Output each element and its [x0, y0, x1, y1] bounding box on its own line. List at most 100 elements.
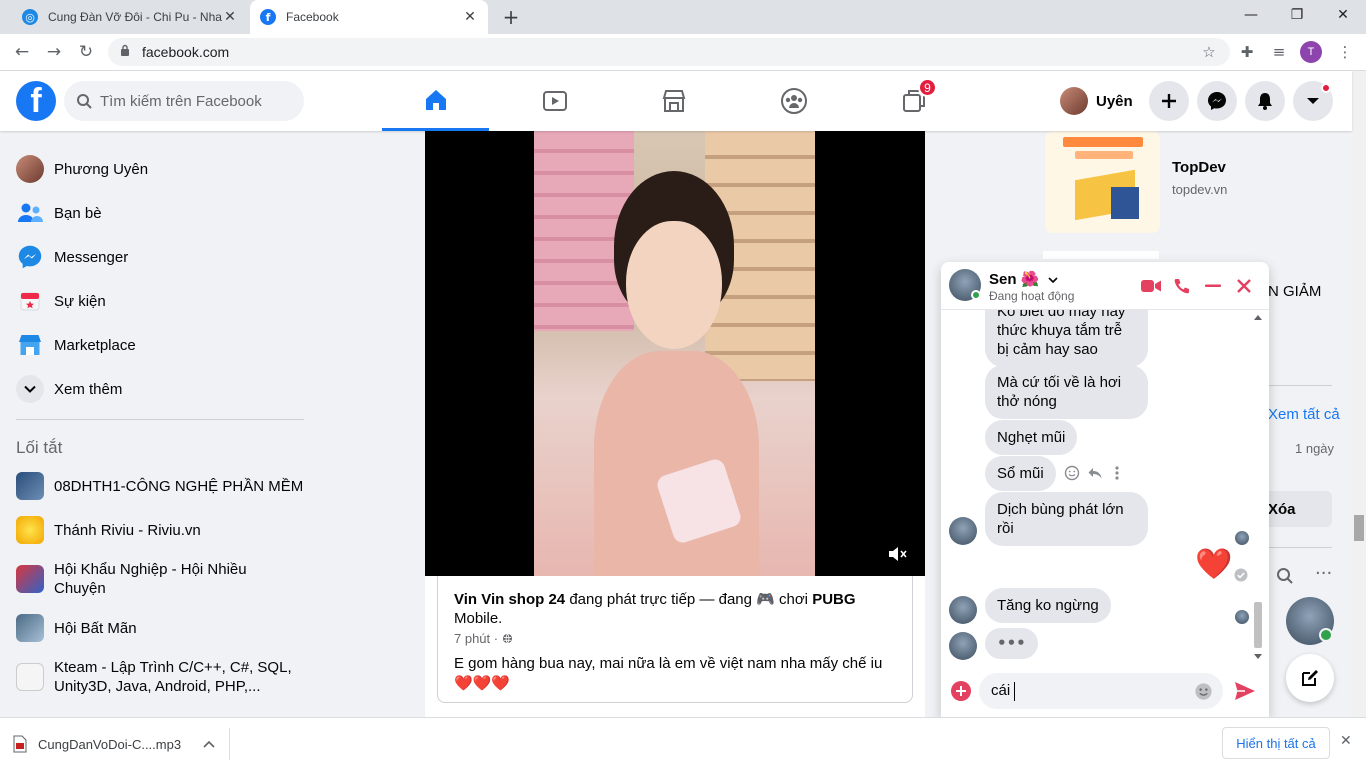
chat-contact-name[interactable]: Sen 🌺	[989, 270, 1058, 288]
browser-profile-avatar[interactable]: T	[1300, 41, 1322, 63]
browser-tab-music[interactable]: ◎ Cung Đàn Vỡ Đôi - Chi Pu - Nhac ✕	[12, 0, 248, 34]
nav-gaming-tab[interactable]: 9	[860, 71, 967, 131]
video-call-button[interactable]	[1139, 274, 1163, 298]
forward-button[interactable]: →	[40, 38, 68, 66]
sidebar-item-label: Messenger	[54, 248, 129, 266]
close-tab-icon[interactable]: ✕	[222, 9, 238, 25]
search-contacts-icon[interactable]	[1276, 567, 1294, 585]
back-button[interactable]: ←	[8, 38, 36, 66]
chat-message: Ko biết do máy hay thức khuya tắm trễ bị…	[985, 310, 1148, 367]
download-item[interactable]: CungDanVoDoi-C....mp3	[12, 728, 230, 760]
messenger-button[interactable]	[1197, 81, 1237, 121]
sidebar-item-friends[interactable]: Bạn bè	[8, 191, 308, 235]
more-options-icon[interactable]: ···	[1315, 563, 1332, 584]
group-thumbnail	[16, 472, 44, 500]
minimize-window-button[interactable]: —	[1228, 0, 1274, 30]
voice-call-button[interactable]	[1170, 274, 1194, 298]
facebook-logo[interactable]: f	[16, 81, 56, 121]
more-actions-icon[interactable]	[1114, 465, 1120, 481]
shared-author-link[interactable]: Vin Vin shop 24	[454, 591, 565, 608]
avatar	[16, 155, 44, 183]
show-all-downloads-button[interactable]: Hiển thị tất cả	[1222, 727, 1330, 759]
chat-scrollbar-thumb[interactable]	[1254, 602, 1262, 648]
sidebar-item-events[interactable]: Sự kiện	[8, 279, 308, 323]
emoji-icon[interactable]	[1194, 682, 1213, 701]
shared-post-card[interactable]: Vin Vin shop 24 đang phát trực tiếp — đa…	[437, 576, 913, 703]
react-emoji-icon[interactable]	[1064, 465, 1080, 481]
sidebar-item-label: Bạn bè	[54, 204, 102, 222]
chat-message-list[interactable]: Ko biết do máy hay thức khuya tắm trễ bị…	[941, 310, 1259, 662]
sponsored-ad-image[interactable]	[1045, 131, 1160, 233]
facebook-search[interactable]	[64, 81, 304, 121]
post-timestamp[interactable]: 7 phút ·	[454, 631, 513, 646]
close-window-button[interactable]: ✕	[1320, 0, 1366, 30]
send-icon[interactable]	[1234, 681, 1256, 701]
page-thumbnail	[16, 663, 44, 691]
page-scrollbar[interactable]	[1352, 71, 1366, 717]
shortcut-item[interactable]: Hội Bất Mãn	[8, 606, 308, 650]
page-scrollbar-thumb[interactable]	[1354, 515, 1364, 541]
notifications-button[interactable]	[1245, 81, 1285, 121]
shortcut-label: Hội Khẩu Nghiệp - Hội Nhiều Chuyện	[54, 561, 247, 597]
ad-title[interactable]: TopDev	[1172, 159, 1226, 176]
sidebar-item-see-more[interactable]: Xem thêm	[8, 367, 308, 411]
marketplace-icon	[662, 90, 685, 112]
bookmark-star-icon[interactable]: ☆	[1196, 39, 1222, 65]
partial-ad-text: N GIẢM	[1268, 283, 1322, 300]
browser-menu-icon[interactable]: ⋮	[1332, 39, 1358, 65]
plus-icon	[956, 686, 966, 696]
chat-scrollbar[interactable]	[1251, 314, 1265, 662]
contact-name-text: Sen 🌺	[989, 271, 1040, 288]
chat-header[interactable]: Sen 🌺 Đang hoạt động	[941, 262, 1269, 310]
sidebar-item-messenger[interactable]: Messenger	[8, 235, 308, 279]
maximize-window-button[interactable]: ❐	[1274, 0, 1320, 30]
minimize-chat-button[interactable]	[1201, 274, 1225, 298]
shortcut-item[interactable]: Kteam - Lập Trình C/C++, C#, SQL, Unity3…	[8, 650, 308, 704]
scroll-up-arrow-icon[interactable]	[1254, 314, 1262, 320]
create-button[interactable]	[1149, 81, 1189, 121]
nav-home-tab[interactable]	[382, 71, 489, 131]
profile-shortcut[interactable]: Uyên	[1056, 83, 1141, 119]
live-video-player[interactable]	[425, 131, 925, 576]
facebook-favicon-icon: f	[260, 9, 276, 25]
nav-groups-tab[interactable]	[740, 71, 847, 131]
chevron-up-icon[interactable]	[203, 740, 215, 748]
video-frame	[534, 131, 815, 576]
bell-icon	[1258, 93, 1272, 110]
close-chat-button[interactable]	[1232, 274, 1256, 298]
ad-banner	[1063, 137, 1143, 147]
close-tab-icon[interactable]: ✕	[462, 9, 478, 25]
attach-more-button[interactable]	[951, 681, 971, 701]
shortcut-item[interactable]: Hội Khẩu Nghiệp - Hội Nhiều Chuyện	[8, 552, 308, 606]
sidebar-divider	[16, 419, 304, 420]
media-control-icon[interactable]: ≡	[1266, 39, 1292, 65]
chat-contact-status: Đang hoạt động	[989, 289, 1075, 303]
reload-button[interactable]: ↻	[72, 38, 100, 66]
second-ad-image[interactable]	[1043, 251, 1159, 259]
home-icon	[425, 89, 446, 110]
address-bar[interactable]: facebook.com	[108, 38, 1230, 66]
browser-tab-facebook[interactable]: f Facebook ✕	[250, 0, 488, 34]
scroll-down-arrow-icon[interactable]	[1254, 654, 1262, 660]
reply-icon[interactable]	[1087, 465, 1103, 481]
shortcut-item[interactable]: Thánh Riviu - Riviu.vn	[8, 508, 308, 552]
video-camera-icon	[1141, 280, 1161, 292]
account-menu-button[interactable]	[1293, 81, 1333, 121]
shortcut-item[interactable]: 08DHTH1-CÔNG NGHỆ PHẦN MỀM	[8, 464, 308, 508]
shared-action-text: đang phát trực tiếp — đang 🎮 chơi	[565, 591, 813, 608]
see-all-link[interactable]: Xem tất cả	[1268, 406, 1340, 423]
close-download-bar-icon[interactable]: ✕	[1340, 733, 1352, 749]
sidebar-item-profile[interactable]: Phương Uyên	[8, 147, 308, 191]
new-message-button[interactable]	[1286, 654, 1334, 702]
sidebar-item-marketplace[interactable]: Marketplace	[8, 323, 308, 367]
chat-message-input[interactable]: cái	[979, 673, 1223, 709]
extensions-icon[interactable]: ✚	[1234, 39, 1260, 65]
new-tab-button[interactable]: +	[498, 4, 524, 30]
search-input[interactable]	[100, 81, 296, 121]
profile-name: Uyên	[1096, 92, 1133, 110]
mute-icon[interactable]	[887, 545, 907, 563]
nav-marketplace-tab[interactable]	[620, 71, 727, 131]
game-link[interactable]: PUBG	[812, 591, 855, 608]
delete-button[interactable]: Xóa	[1268, 491, 1332, 527]
nav-watch-tab[interactable]	[501, 71, 608, 131]
